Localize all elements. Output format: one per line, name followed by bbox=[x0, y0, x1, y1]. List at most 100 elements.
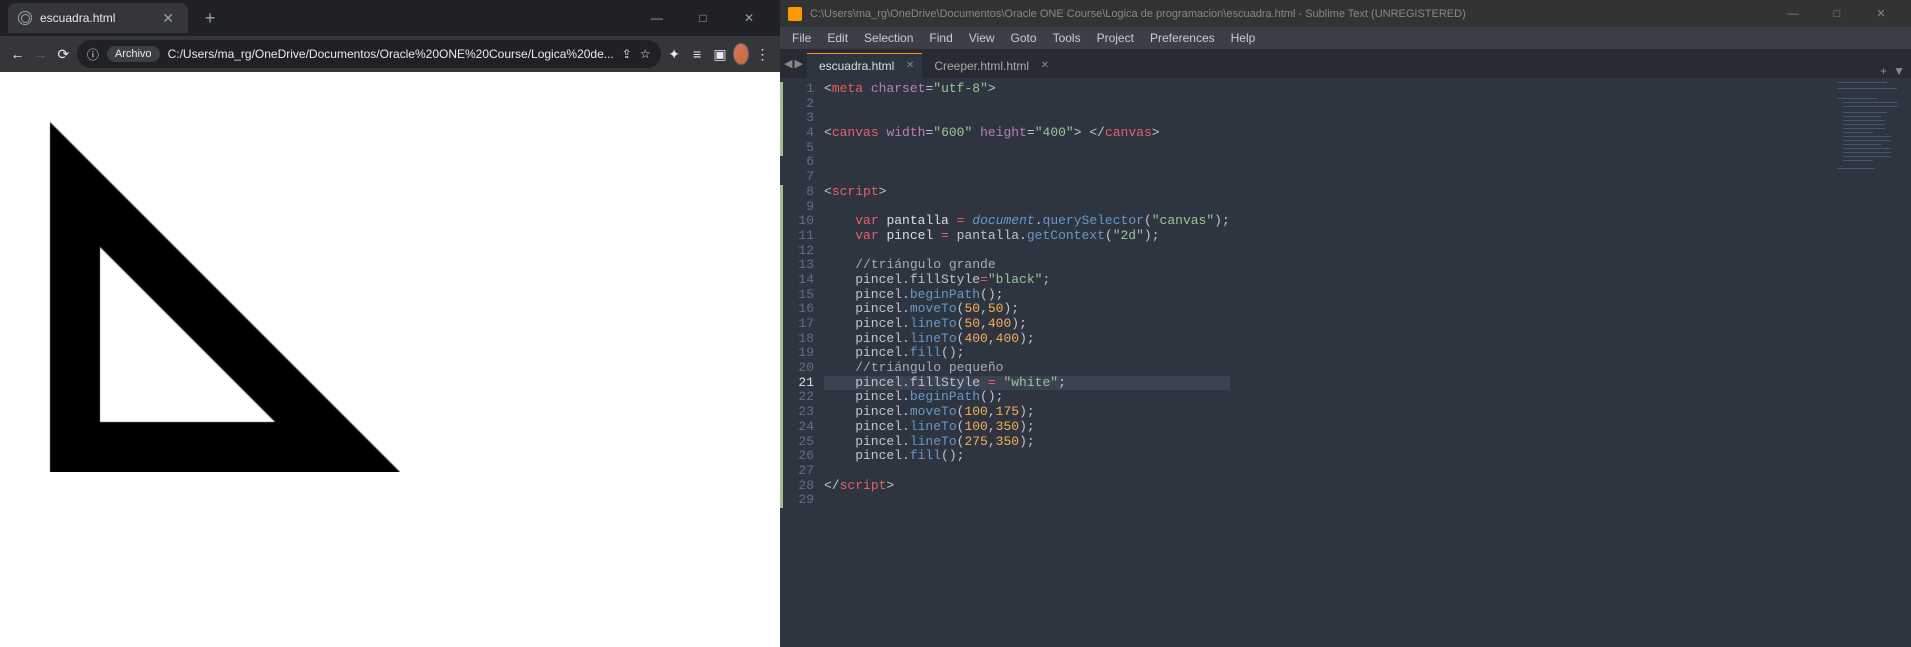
code-line[interactable]: pincel.lineTo(275,350); bbox=[824, 435, 1230, 450]
menu-edit[interactable]: Edit bbox=[819, 29, 856, 47]
tab-title: escuadra.html bbox=[40, 11, 158, 25]
menu-preferences[interactable]: Preferences bbox=[1142, 29, 1223, 47]
forward-button[interactable]: → bbox=[31, 40, 50, 68]
code-line[interactable] bbox=[824, 493, 1230, 508]
line-number: 4 bbox=[784, 126, 814, 141]
line-number: 18 bbox=[784, 332, 814, 347]
code-line[interactable]: <script> bbox=[824, 185, 1230, 200]
back-button[interactable]: ← bbox=[8, 40, 27, 68]
code-line[interactable] bbox=[824, 141, 1230, 156]
kebab-menu-icon[interactable]: ⋮ bbox=[753, 40, 772, 68]
tab-back-icon[interactable]: ◀ bbox=[784, 57, 792, 70]
menu-file[interactable]: File bbox=[784, 29, 819, 47]
menu-goto[interactable]: Goto bbox=[1003, 29, 1045, 47]
line-number: 7 bbox=[784, 170, 814, 185]
profile-avatar[interactable] bbox=[733, 43, 749, 65]
code-line[interactable]: pincel.moveTo(100,175); bbox=[824, 405, 1230, 420]
url-text: C:/Users/ma_rg/OneDrive/Documentos/Oracl… bbox=[168, 47, 614, 61]
new-tab-plus-icon[interactable]: + bbox=[1880, 64, 1887, 78]
code-line[interactable]: <meta charset="utf-8"> bbox=[824, 82, 1230, 97]
sidepanel-icon[interactable]: ▣ bbox=[711, 40, 730, 68]
tab-dropdown-icon[interactable]: ▼ bbox=[1893, 64, 1905, 78]
globe-icon bbox=[18, 11, 32, 25]
code-line[interactable] bbox=[824, 170, 1230, 185]
close-tab-icon[interactable]: ✕ bbox=[906, 60, 914, 71]
line-number: 5 bbox=[784, 141, 814, 156]
line-number: 13 bbox=[784, 258, 814, 273]
code-line[interactable] bbox=[824, 155, 1230, 170]
chrome-toolbar: ← → ⟳ ⓘ Archivo C:/Users/ma_rg/OneDrive/… bbox=[0, 36, 780, 72]
tab-forward-icon[interactable]: ▶ bbox=[794, 57, 802, 70]
file-origin-pill: Archivo bbox=[107, 46, 160, 62]
close-tab-icon[interactable]: ✕ bbox=[158, 10, 178, 27]
maximize-button[interactable]: □ bbox=[680, 0, 726, 36]
file-tab[interactable]: escuadra.html✕ bbox=[807, 53, 922, 78]
new-tab-button[interactable]: + bbox=[198, 6, 222, 30]
menu-help[interactable]: Help bbox=[1223, 29, 1264, 47]
code-line[interactable]: pincel.fillStyle = "white"; bbox=[824, 376, 1230, 391]
editor-body[interactable]: 1234567891011121314151617181920212223242… bbox=[780, 78, 1911, 647]
menu-project[interactable]: Project bbox=[1089, 29, 1142, 47]
code-line[interactable]: pincel.fillStyle="black"; bbox=[824, 273, 1230, 288]
code-line[interactable] bbox=[824, 464, 1230, 479]
code-line[interactable]: pincel.lineTo(100,350); bbox=[824, 420, 1230, 435]
minimize-button[interactable]: — bbox=[1771, 0, 1815, 27]
code-area[interactable]: <meta charset="utf-8"> <canvas width="60… bbox=[824, 78, 1230, 647]
line-number: 26 bbox=[784, 449, 814, 464]
code-line[interactable]: pincel.lineTo(50,400); bbox=[824, 317, 1230, 332]
code-line[interactable] bbox=[824, 200, 1230, 215]
sublime-titlebar: C:\Users\ma_rg\OneDrive\Documentos\Oracl… bbox=[780, 0, 1911, 27]
line-number: 20 bbox=[784, 361, 814, 376]
menu-view[interactable]: View bbox=[961, 29, 1003, 47]
code-line[interactable]: pincel.moveTo(50,50); bbox=[824, 302, 1230, 317]
sublime-tabbar: ◀ ▶ escuadra.html✕Creeper.html.html✕ + ▼ bbox=[780, 49, 1911, 78]
code-line[interactable]: pincel.lineTo(400,400); bbox=[824, 332, 1230, 347]
address-bar[interactable]: ⓘ Archivo C:/Users/ma_rg/OneDrive/Docume… bbox=[77, 40, 661, 68]
line-number: 22 bbox=[784, 390, 814, 405]
line-number: 10 bbox=[784, 214, 814, 229]
code-line[interactable]: //triángulo grande bbox=[824, 258, 1230, 273]
code-line[interactable]: <canvas width="600" height="400"> </canv… bbox=[824, 126, 1230, 141]
line-number: 12 bbox=[784, 244, 814, 259]
code-line[interactable]: </script> bbox=[824, 479, 1230, 494]
reload-button[interactable]: ⟳ bbox=[54, 40, 73, 68]
line-number: 8 bbox=[784, 185, 814, 200]
code-line[interactable] bbox=[824, 111, 1230, 126]
code-line[interactable]: pincel.fill(); bbox=[824, 449, 1230, 464]
minimap[interactable] bbox=[1831, 80, 1911, 180]
maximize-button[interactable]: □ bbox=[1815, 0, 1859, 27]
browser-tab[interactable]: escuadra.html ✕ bbox=[8, 3, 188, 33]
close-window-button[interactable]: ✕ bbox=[1859, 0, 1903, 27]
reading-list-icon[interactable]: ≡ bbox=[688, 40, 707, 68]
code-line[interactable]: var pincel = pantalla.getContext("2d"); bbox=[824, 229, 1230, 244]
close-window-button[interactable]: ✕ bbox=[726, 0, 772, 36]
line-number: 23 bbox=[784, 405, 814, 420]
close-tab-icon[interactable]: ✕ bbox=[1041, 60, 1049, 71]
modified-indicator bbox=[780, 185, 783, 508]
menu-find[interactable]: Find bbox=[921, 29, 960, 47]
line-number: 28 bbox=[784, 479, 814, 494]
escuadra-canvas bbox=[0, 72, 600, 472]
code-line[interactable]: pincel.beginPath(); bbox=[824, 288, 1230, 303]
chrome-tabstrip: escuadra.html ✕ + — □ ✕ bbox=[0, 0, 780, 36]
share-icon[interactable]: ⇪ bbox=[622, 47, 632, 61]
code-line[interactable]: pincel.fill(); bbox=[824, 346, 1230, 361]
line-number: 25 bbox=[784, 435, 814, 450]
code-line[interactable]: //triángulo pequeño bbox=[824, 361, 1230, 376]
code-line[interactable] bbox=[824, 244, 1230, 259]
site-info-icon[interactable]: ⓘ bbox=[87, 46, 99, 63]
sublime-window-controls: — □ ✕ bbox=[1771, 0, 1903, 27]
tabbar-end: + ▼ bbox=[1874, 64, 1911, 78]
code-line[interactable]: var pantalla = document.querySelector("c… bbox=[824, 214, 1230, 229]
sublime-menubar: FileEditSelectionFindViewGotoToolsProjec… bbox=[780, 27, 1911, 49]
code-line[interactable]: pincel.beginPath(); bbox=[824, 390, 1230, 405]
code-line[interactable] bbox=[824, 97, 1230, 112]
file-tab[interactable]: Creeper.html.html✕ bbox=[922, 53, 1057, 78]
bookmark-star-icon[interactable]: ☆ bbox=[640, 47, 651, 61]
minimize-button[interactable]: — bbox=[634, 0, 680, 36]
menu-selection[interactable]: Selection bbox=[856, 29, 921, 47]
extensions-icon[interactable]: ✦ bbox=[665, 40, 684, 68]
menu-tools[interactable]: Tools bbox=[1045, 29, 1089, 47]
sublime-tabs: escuadra.html✕Creeper.html.html✕ bbox=[807, 53, 1057, 78]
file-pill-label: Archivo bbox=[115, 48, 152, 60]
